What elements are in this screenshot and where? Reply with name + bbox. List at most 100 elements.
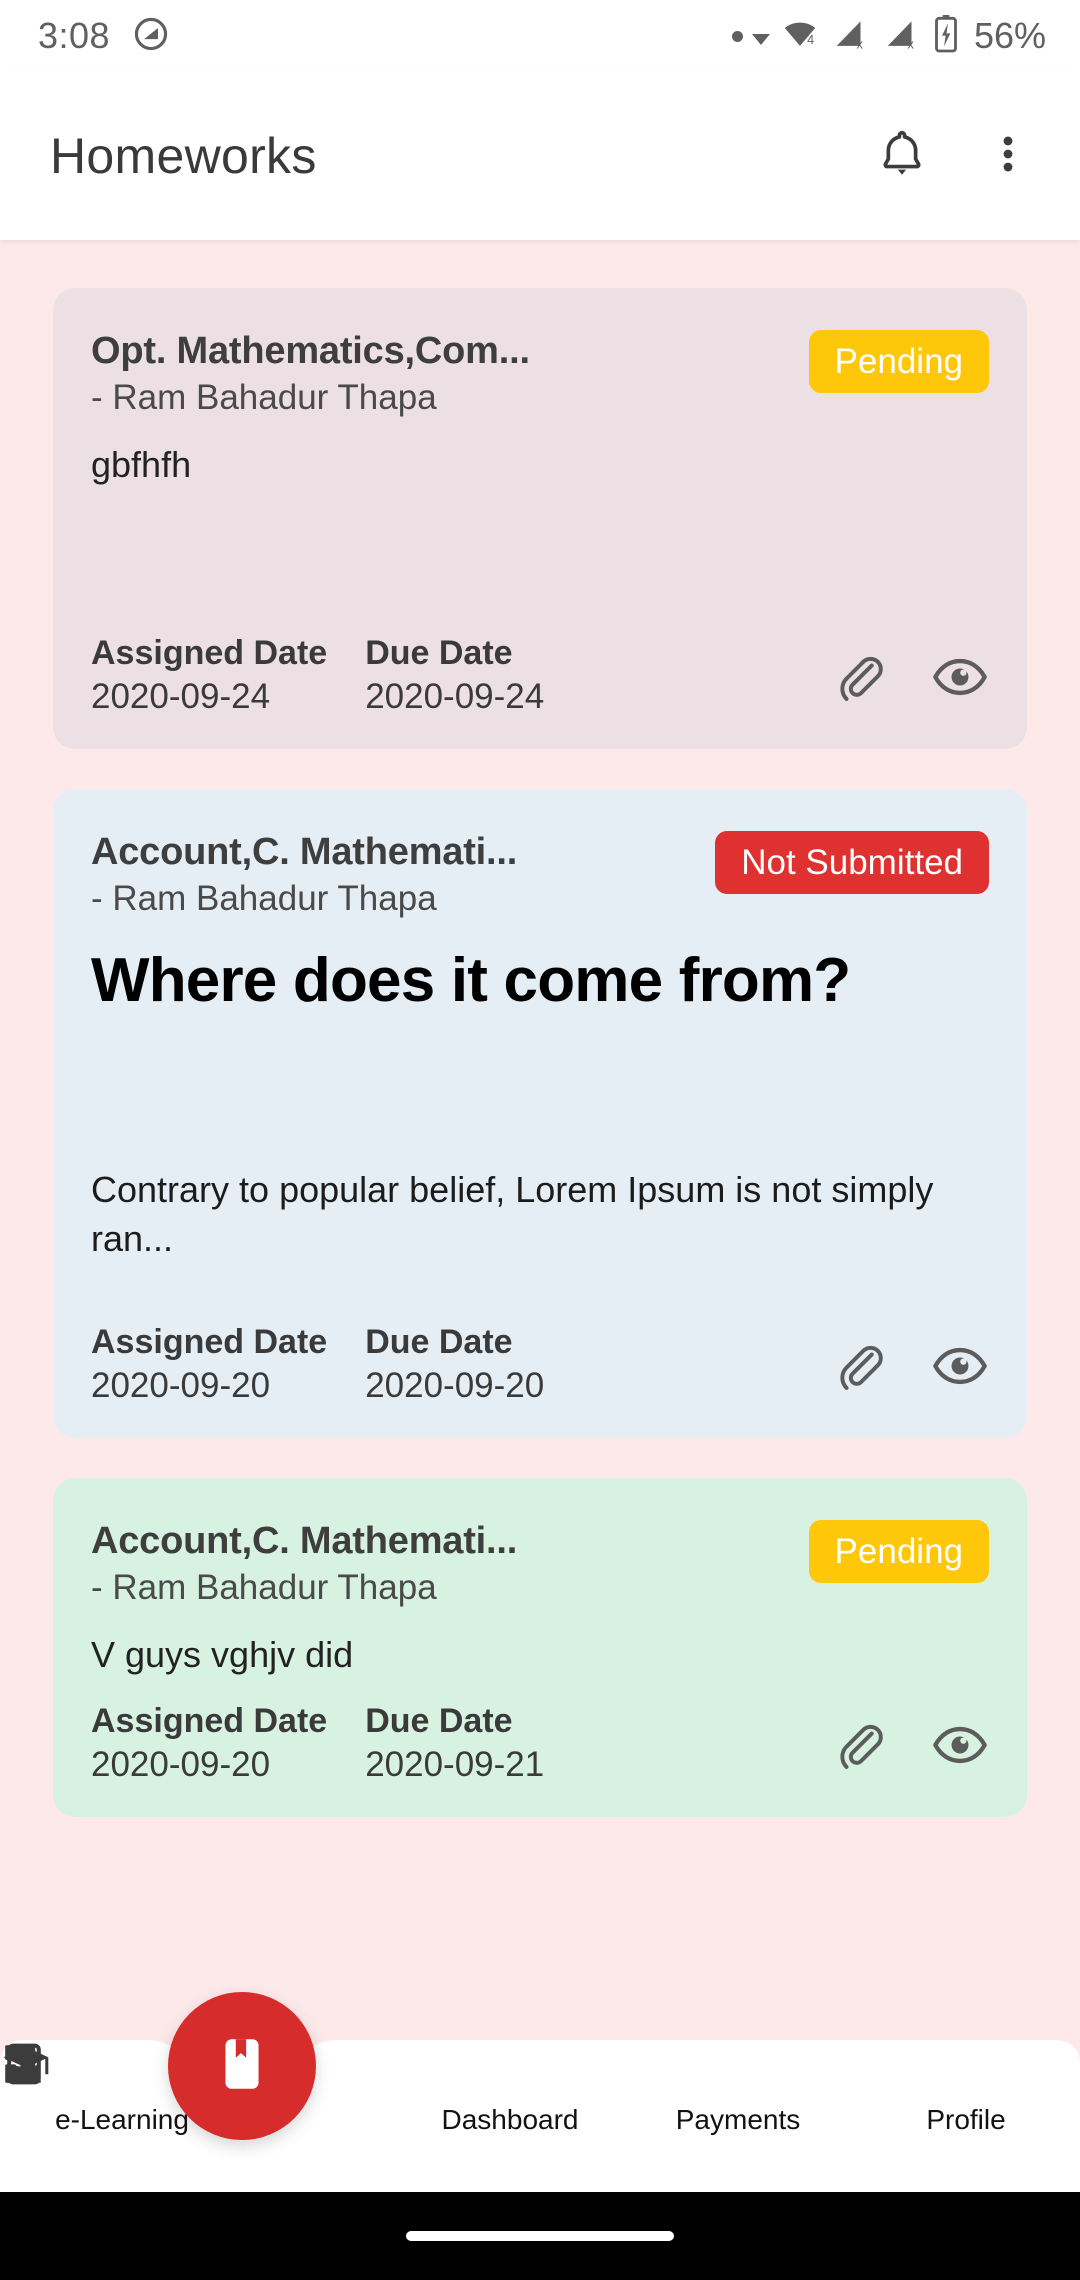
wifi-icon: 4 (779, 15, 821, 58)
due-date-column: Due Date 2020-09-20 (365, 1323, 544, 1406)
homework-body: V guys vghjv did (91, 1634, 989, 1676)
attachment-button[interactable] (833, 1338, 889, 1399)
assigned-date-column: Assigned Date 2020-09-20 (91, 1323, 327, 1406)
svg-text:4: 4 (807, 33, 814, 47)
due-date-column: Due Date 2020-09-21 (365, 1702, 544, 1785)
card-header: Account,C. Mathemati... - Ram Bahadur Th… (91, 1520, 989, 1608)
paperclip-icon (833, 1345, 889, 1398)
assigned-date-label: Assigned Date (91, 634, 328, 672)
homework-card[interactable]: Account,C. Mathemati... - Ram Bahadur Th… (53, 789, 1027, 1438)
view-button[interactable] (931, 1716, 989, 1779)
date-group: Assigned Date 2020-09-20 Due Date 2020-0… (91, 1702, 582, 1785)
attachment-button[interactable] (833, 649, 889, 710)
eye-icon (931, 1347, 989, 1399)
nav-label-e-learning: e-Learning (55, 2104, 189, 2135)
bell-icon (876, 128, 928, 185)
due-date-label: Due Date (365, 1323, 513, 1361)
due-date-label: Due Date (365, 634, 513, 672)
homework-body: gbfhfh (91, 444, 989, 624)
status-bar: 3:08 4 x x 56% (0, 0, 1080, 72)
due-date-column: Due Date 2020-09-24 (365, 634, 544, 717)
status-bar-clock: 3:08 (38, 15, 111, 56)
paperclip-icon (833, 1724, 889, 1777)
card-actions (833, 648, 989, 717)
status-badge[interactable]: Not Submitted (715, 831, 989, 894)
bottom-navigation-bar: e-Learning Dashboard Payments Profile (0, 2040, 1080, 2192)
homework-body: Where does it come from? Contrary to pop… (91, 945, 989, 1305)
card-footer: Assigned Date 2020-09-24 Due Date 2020-0… (91, 634, 989, 717)
book-bookmark-icon (211, 2033, 273, 2100)
more-vertical-icon (985, 131, 1031, 182)
due-date-label: Due Date (365, 1702, 513, 1740)
card-footer: Assigned Date 2020-09-20 Due Date 2020-0… (91, 1702, 989, 1785)
overflow-menu-button[interactable] (964, 112, 1052, 200)
card-header: Opt. Mathematics,Com... - Ram Bahadur Th… (91, 330, 989, 418)
eye-icon (931, 658, 989, 710)
nav-item-dashboard[interactable]: Dashboard (5, 2040, 624, 2192)
assigned-date-column: Assigned Date 2020-09-24 (91, 634, 327, 717)
attachment-button[interactable] (833, 1717, 889, 1778)
due-date-value: 2020-09-24 (365, 677, 545, 716)
paperclip-icon (833, 656, 889, 709)
battery-percent-label: 56% (973, 15, 1046, 56)
nav-item-profile[interactable]: Profile (7, 2040, 1080, 2192)
assigned-date-column: Assigned Date 2020-09-20 (91, 1702, 327, 1785)
homework-heading: Where does it come from? (91, 946, 851, 1015)
system-gesture-bar (0, 2192, 1080, 2280)
svg-text:x: x (856, 37, 863, 51)
card-actions (833, 1716, 989, 1785)
card-title-block: Account,C. Mathemati... - Ram Bahadur Th… (91, 1520, 809, 1608)
view-button[interactable] (931, 1337, 989, 1400)
signal-icon-1: x (830, 15, 872, 58)
card-actions (833, 1337, 989, 1406)
eye-icon (931, 1726, 989, 1778)
nav-label-profile: Profile (926, 2104, 1006, 2135)
homework-teacher: - Ram Bahadur Thapa (91, 879, 437, 918)
view-button[interactable] (931, 648, 989, 711)
homework-description: V guys vghjv did (91, 1634, 354, 1675)
status-badge[interactable]: Pending (808, 1520, 989, 1583)
nav-label-payments: Payments (675, 2104, 801, 2135)
floating-action-button[interactable] (168, 1992, 316, 2140)
status-badge[interactable]: Pending (808, 330, 989, 393)
status-bar-right: 4 x x 56% (731, 14, 1046, 59)
app-bar: Homeworks (0, 72, 1080, 240)
assigned-date-value: 2020-09-20 (91, 1745, 271, 1784)
due-date-value: 2020-09-20 (365, 1366, 545, 1405)
homework-subject: Opt. Mathematics,Com... (91, 330, 530, 372)
homework-description: Contrary to popular belief, Lorem Ipsum … (91, 1169, 934, 1259)
homework-subject: Account,C. Mathemati... (91, 831, 518, 873)
page-title: Homeworks (50, 128, 317, 184)
status-dot-icon (731, 30, 743, 42)
card-title-block: Opt. Mathematics,Com... - Ram Bahadur Th… (91, 330, 809, 418)
nav-item-payments[interactable]: Payments (7, 2040, 852, 2192)
assigned-date-label: Assigned Date (91, 1702, 328, 1740)
phone-screen: 3:08 4 x x 56% Homeworks Opt. Mathematic… (0, 0, 1080, 2280)
assigned-date-label: Assigned Date (91, 1323, 328, 1361)
caret-down-icon (751, 33, 770, 45)
nav-label-dashboard: Dashboard (441, 2104, 579, 2135)
status-bar-left: 3:08 (38, 15, 170, 58)
gesture-home-pill[interactable] (406, 2231, 674, 2241)
notifications-button[interactable] (858, 112, 946, 200)
due-date-value: 2020-09-21 (365, 1745, 545, 1784)
app-bar-actions (858, 112, 1052, 200)
homework-card[interactable]: Opt. Mathematics,Com... - Ram Bahadur Th… (53, 288, 1027, 749)
assigned-date-value: 2020-09-20 (91, 1366, 271, 1405)
homework-teacher: - Ram Bahadur Thapa (91, 1568, 437, 1607)
date-group: Assigned Date 2020-09-24 Due Date 2020-0… (91, 634, 582, 717)
date-group: Assigned Date 2020-09-20 Due Date 2020-0… (91, 1323, 582, 1406)
homework-card[interactable]: Account,C. Mathemati... - Ram Bahadur Th… (53, 1478, 1027, 1817)
signal-icon-2: x (881, 15, 923, 58)
assigned-date-value: 2020-09-24 (91, 677, 271, 716)
do-not-disturb-icon (132, 15, 170, 58)
card-header: Account,C. Mathemati... - Ram Bahadur Th… (91, 831, 989, 919)
battery-charging-icon (932, 14, 960, 59)
svg-text:x: x (907, 37, 914, 51)
card-footer: Assigned Date 2020-09-20 Due Date 2020-0… (91, 1323, 989, 1406)
homework-teacher: - Ram Bahadur Thapa (91, 378, 437, 417)
homework-list[interactable]: Opt. Mathematics,Com... - Ram Bahadur Th… (0, 240, 1080, 2120)
bottom-nav-items: e-Learning Dashboard Payments Profile (0, 2040, 1080, 2192)
card-title-block: Account,C. Mathemati... - Ram Bahadur Th… (91, 831, 715, 919)
homework-subject: Account,C. Mathemati... (91, 1520, 518, 1562)
